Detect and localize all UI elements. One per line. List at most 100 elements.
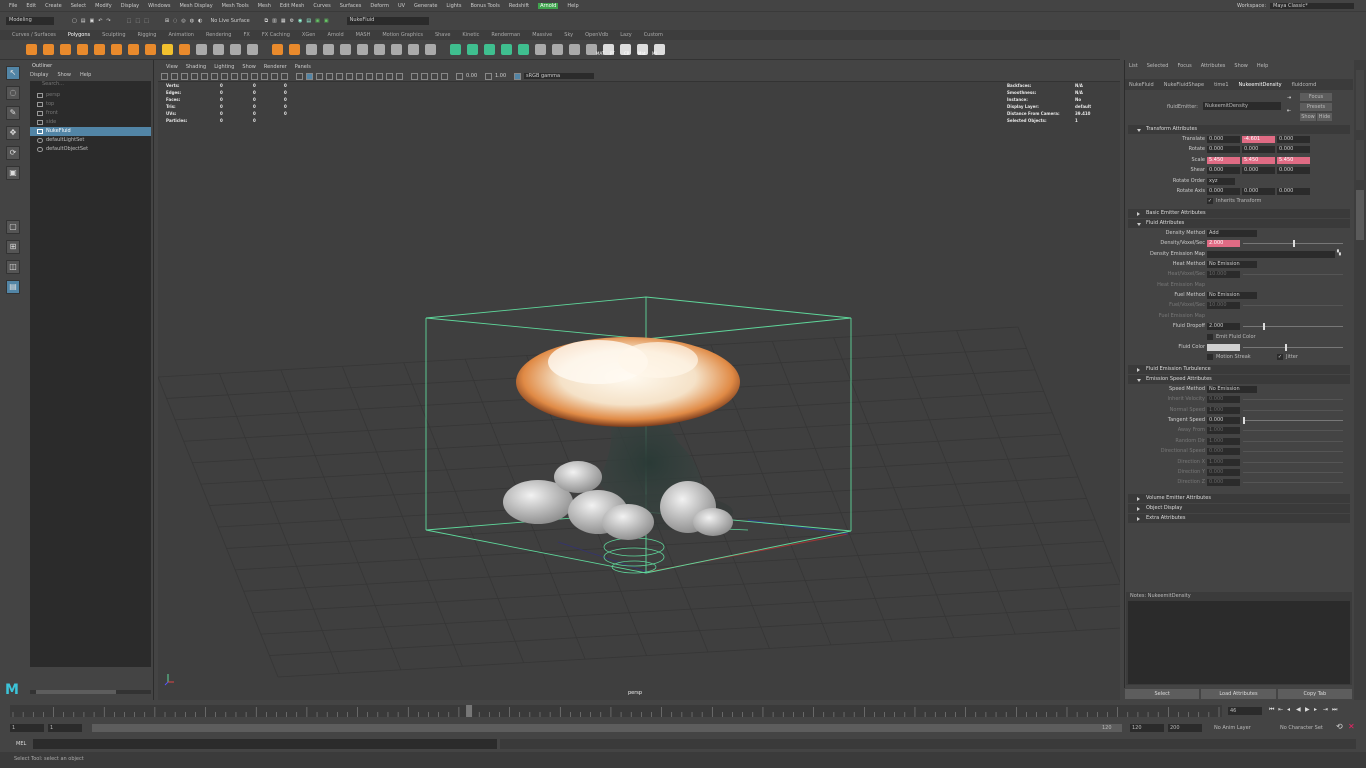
attr-menu-attributes[interactable]: Attributes xyxy=(1201,63,1226,69)
show-button[interactable]: Show xyxy=(1300,113,1316,121)
translate-x-field[interactable]: 0.000 xyxy=(1207,136,1240,143)
tangent-speed-slider[interactable] xyxy=(1243,419,1343,421)
shelf-tool-icon[interactable] xyxy=(128,44,139,55)
go-to-end-icon[interactable]: ⏭ xyxy=(1332,707,1338,713)
speed-method-dropdown[interactable]: No Emission xyxy=(1207,385,1257,393)
shelf-tool-icon[interactable] xyxy=(340,44,351,55)
fuel-rate-slider[interactable] xyxy=(1243,305,1343,307)
ambient-occlusion-icon[interactable] xyxy=(366,72,373,80)
shelf-tab-motion-graphics[interactable]: Motion Graphics xyxy=(382,32,423,38)
arnold-ipr-icon[interactable]: ▣ xyxy=(324,18,329,24)
magnet-icon[interactable]: ◐ xyxy=(198,18,202,24)
go-to-start-icon[interactable]: ⏮ xyxy=(1269,707,1275,713)
outliner-item-persp[interactable]: persp xyxy=(30,91,151,100)
select-component-icon[interactable]: ⬚ xyxy=(144,18,149,24)
shelf-tool-icon[interactable] xyxy=(323,44,334,55)
attr-tab-nukefluid[interactable]: NukeFluid xyxy=(1129,82,1154,88)
snap-view-icon[interactable]: ◍ xyxy=(190,18,194,24)
live-surface-field[interactable]: No Live Surface xyxy=(211,18,257,24)
density-map-field[interactable] xyxy=(1207,250,1335,258)
shelf-tab-massive[interactable]: Massive xyxy=(532,32,552,38)
step-forward-key-icon[interactable]: ⇥ xyxy=(1323,707,1329,713)
inherit-velocity-field[interactable]: 0.000 xyxy=(1207,396,1240,404)
menu-lights[interactable]: Lights xyxy=(446,3,461,9)
away-field[interactable]: 1.000 xyxy=(1207,427,1240,435)
menu-create[interactable]: Create xyxy=(45,3,62,9)
normal-speed-slider[interactable] xyxy=(1243,409,1343,411)
node-link2-icon[interactable]: ⇤ xyxy=(1287,108,1291,114)
viewport-menu-shading[interactable]: Shading xyxy=(186,64,206,70)
menu-edit-mesh[interactable]: Edit Mesh xyxy=(280,3,304,9)
outliner-item-front[interactable]: front xyxy=(30,109,151,118)
viewport-menu-view[interactable]: View xyxy=(166,64,178,70)
textured-icon[interactable] xyxy=(336,72,343,80)
paint-select-icon[interactable]: ✎ xyxy=(6,106,20,120)
shelf-tool-icon[interactable] xyxy=(552,44,563,55)
gamma-icon[interactable] xyxy=(485,72,492,80)
gamma-field[interactable]: 1.00 xyxy=(495,73,511,79)
dropoff-field[interactable]: 2.000 xyxy=(1207,323,1240,331)
shelf-tab-openvdb[interactable]: OpenVdb xyxy=(585,32,608,38)
section-object-display[interactable]: Object Display xyxy=(1128,503,1350,513)
attr-tab-fluidcomd[interactable]: fluidcomd xyxy=(1292,82,1317,88)
menu-mesh-display[interactable]: Mesh Display xyxy=(179,3,212,9)
command-input[interactable] xyxy=(33,739,497,749)
shelf-tool-icon[interactable] xyxy=(501,44,512,55)
anti-alias-icon[interactable] xyxy=(386,72,393,80)
shelf-tool-icon[interactable] xyxy=(569,44,580,55)
presets-button[interactable]: Presets xyxy=(1300,103,1332,111)
shelf-tab-fx[interactable]: FX xyxy=(244,32,250,38)
heat-rate-field[interactable]: 10.000 xyxy=(1207,271,1240,279)
shelf-tool-icon[interactable] xyxy=(196,44,207,55)
bookmark-icon[interactable] xyxy=(181,72,188,80)
char-set-dropdown[interactable]: No Character Set xyxy=(1280,725,1323,731)
fuel-rate-field[interactable]: 10.000 xyxy=(1207,302,1240,310)
shelf-tab-kinetic[interactable]: Kinetic xyxy=(462,32,479,38)
density-rate-knob[interactable] xyxy=(1293,240,1295,248)
emit-color-checkbox[interactable] xyxy=(1207,333,1213,340)
shelf-tool-icon[interactable] xyxy=(357,44,368,55)
default-material-icon[interactable] xyxy=(316,72,323,80)
wireframe-icon[interactable] xyxy=(296,72,303,80)
shelf-tool-icon[interactable] xyxy=(111,44,122,55)
attr-menu-focus[interactable]: Focus xyxy=(1177,63,1191,69)
anim-end2-field[interactable]: 200 xyxy=(1168,724,1202,732)
attr-menu-selected[interactable]: Selected xyxy=(1147,63,1169,69)
dir-x-field[interactable]: 1.000 xyxy=(1207,458,1240,466)
inherits-checkbox[interactable]: ✓ xyxy=(1207,198,1213,205)
color-space-dropdown[interactable]: sRGB gamma xyxy=(524,73,594,79)
side-tab-channel-box[interactable] xyxy=(1356,140,1364,180)
wireframe-on-shaded-icon[interactable] xyxy=(326,72,333,80)
undo-icon[interactable]: ↶ xyxy=(98,18,102,24)
section-volume-emitter[interactable]: Volume Emitter Attributes xyxy=(1128,493,1350,503)
tangent-speed-knob[interactable] xyxy=(1243,416,1245,424)
random-field[interactable]: 1.000 xyxy=(1207,437,1240,445)
step-forward-icon[interactable]: ▸ xyxy=(1314,707,1320,713)
attr-tab-nukefluidshape[interactable]: NukeFluidShape xyxy=(1164,82,1204,88)
menu-surfaces[interactable]: Surfaces xyxy=(340,3,362,9)
shelf-tab-arnold[interactable]: Arnold xyxy=(327,32,343,38)
viewport-menu-lighting[interactable]: Lighting xyxy=(214,64,234,70)
away-slider[interactable] xyxy=(1243,430,1343,432)
random-slider[interactable] xyxy=(1243,440,1343,442)
xray-active-icon[interactable] xyxy=(441,72,448,80)
tangent-speed-field[interactable]: 0.000 xyxy=(1207,416,1240,424)
snap-grid-icon[interactable]: ⊞ xyxy=(165,18,169,24)
rotate-z-field[interactable]: 0.000 xyxy=(1277,146,1310,154)
auto-key-icon[interactable]: ⟲ xyxy=(1336,722,1343,731)
motion-streak-checkbox[interactable] xyxy=(1207,354,1213,361)
range-start-field[interactable]: 1 xyxy=(10,724,44,732)
section-transform-attributes[interactable]: Transform Attributes xyxy=(1128,125,1350,134)
shelf-tab-curves[interactable]: Curves / Surfaces xyxy=(12,32,56,38)
dir-z-field[interactable]: 0.000 xyxy=(1207,479,1240,487)
ipr-icon[interactable]: ▦ xyxy=(281,18,286,24)
time-slider[interactable]: 46 ⏮ ⇤ ◂ ◀ ▶ ▸ ⇥ ⏭ xyxy=(0,701,1366,721)
outliner-item-defaultobjectset[interactable]: defaultObjectSet xyxy=(30,145,151,154)
anim-end-field[interactable]: 120 xyxy=(1130,724,1164,732)
shelf-tool-icon[interactable] xyxy=(484,44,495,55)
menu-deform[interactable]: Deform xyxy=(370,3,389,9)
2d-pan-icon[interactable] xyxy=(201,72,208,80)
attr-tab-time1[interactable]: time1 xyxy=(1214,82,1228,88)
shelf-tool-icon[interactable] xyxy=(408,44,419,55)
current-frame-marker[interactable] xyxy=(466,705,473,717)
